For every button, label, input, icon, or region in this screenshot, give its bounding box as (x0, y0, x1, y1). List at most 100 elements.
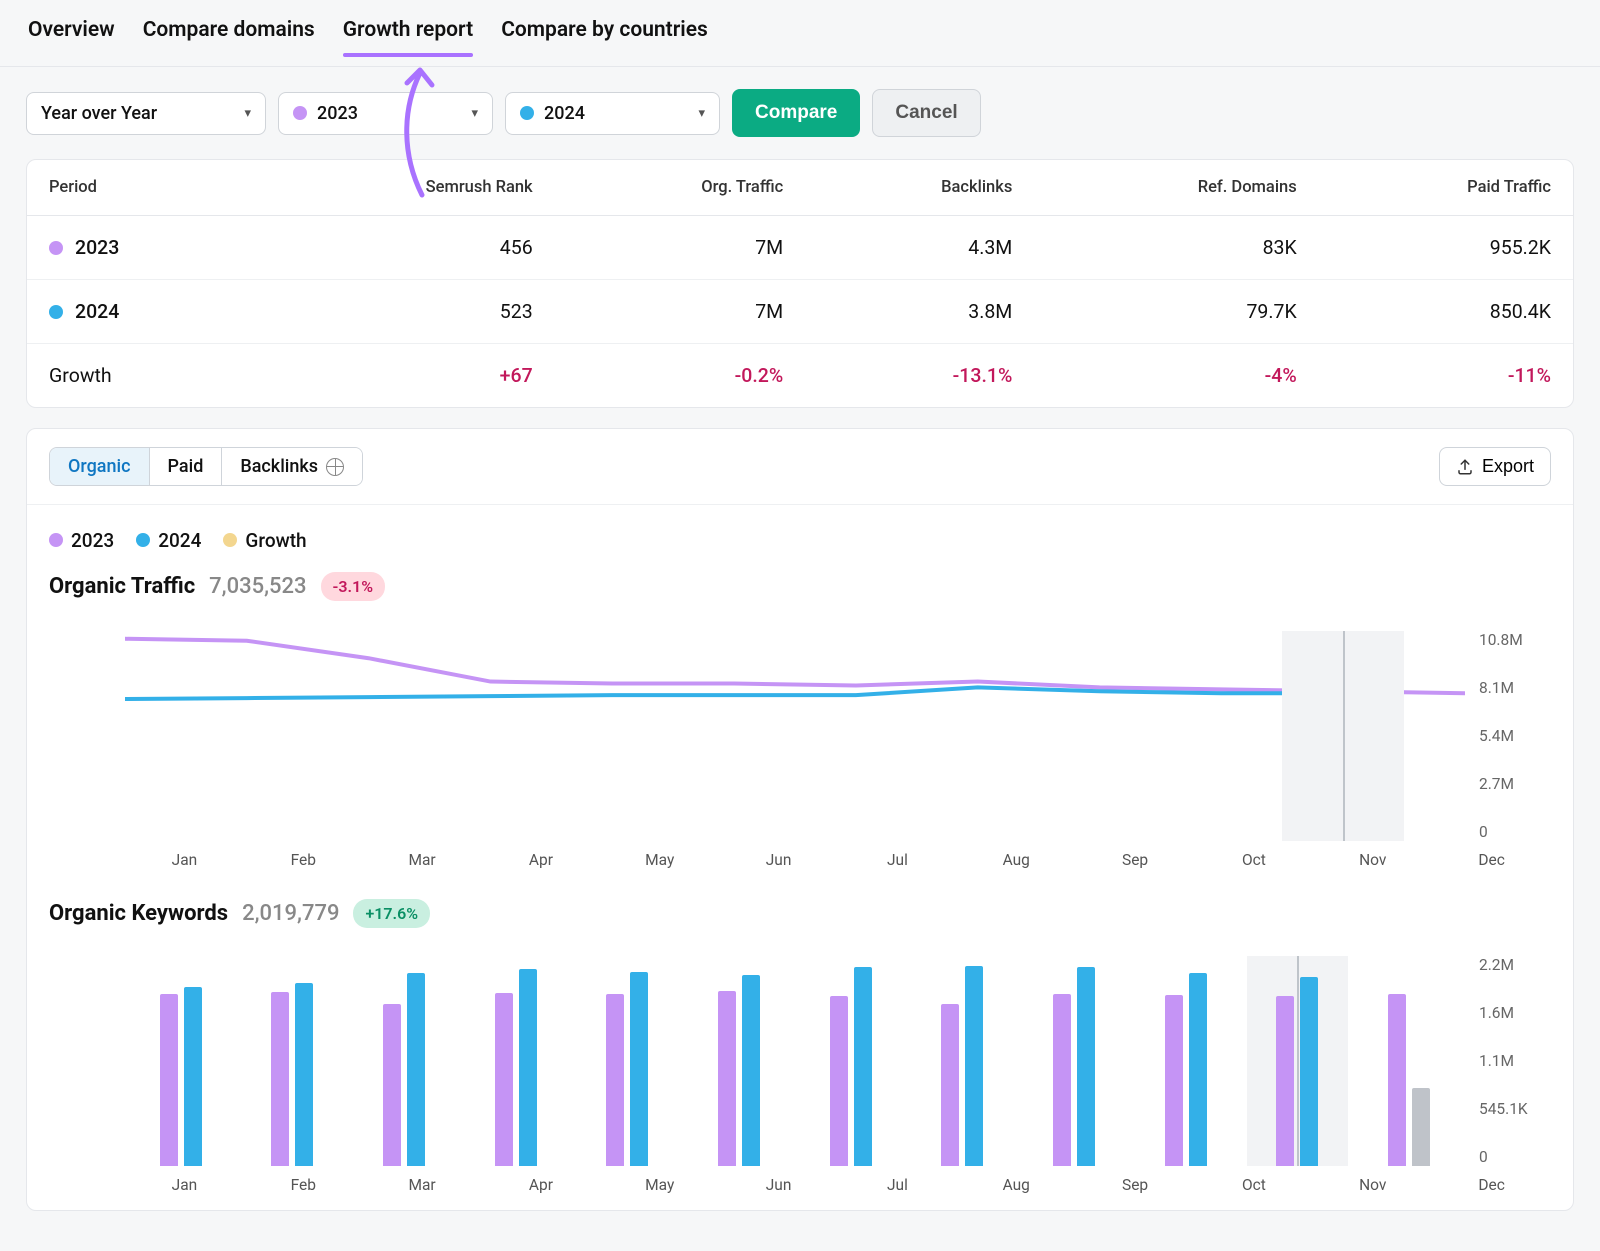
legend-item: 2024 (136, 529, 201, 552)
table-cell: -13.1% (805, 344, 1034, 408)
dot-icon (136, 533, 150, 547)
bar-col (1242, 956, 1354, 1166)
bar-2023 (1388, 994, 1406, 1166)
row-label: 2023 (75, 236, 119, 259)
table-cell: 523 (254, 280, 554, 344)
month-label: Aug (957, 851, 1076, 869)
keywords-yaxis: 2.2M1.6M1.1M545.1K0 (1465, 956, 1551, 1166)
year-a-select[interactable]: 2023 ▾ (278, 92, 493, 135)
table-cell: 7M (555, 280, 806, 344)
dot-icon (520, 106, 534, 120)
bar-2024 (854, 967, 872, 1166)
top-tabs: Overview Compare domains Growth report C… (0, 0, 1600, 67)
bar-col (683, 956, 795, 1166)
month-label: Feb (244, 851, 363, 869)
tab-growth-report[interactable]: Growth report (343, 18, 473, 56)
bar-2024 (295, 983, 313, 1166)
charts-card: Organic Paid Backlinks Export 20232024Gr… (26, 428, 1574, 1211)
growth-badge: +17.6% (353, 899, 430, 928)
bar-2023 (1165, 995, 1183, 1166)
bar-2023 (1276, 996, 1294, 1166)
export-button[interactable]: Export (1439, 447, 1551, 486)
month-label: Jul (838, 1176, 957, 1194)
bar-2024 (407, 973, 425, 1166)
table-row: 20234567M4.3M83K955.2K (27, 216, 1573, 280)
bar-col (907, 956, 1019, 1166)
month-label: Feb (244, 1176, 363, 1194)
chart-title: Organic Keywords (49, 901, 228, 926)
table-header: Backlinks (805, 160, 1034, 216)
table-row-growth: Growth+67-0.2%-13.1%-4%-11% (27, 344, 1573, 408)
bar-2024 (742, 975, 760, 1166)
segment-paid[interactable]: Paid (150, 448, 223, 485)
ytick: 8.1M (1479, 679, 1551, 697)
organic-traffic-section: Organic Traffic 7,035,523 -3.1% 10.8M8.1… (27, 558, 1573, 885)
comparison-table: PeriodSemrush RankOrg. TrafficBacklinksR… (26, 159, 1574, 408)
cancel-button[interactable]: Cancel (872, 89, 980, 137)
month-label: Jan (125, 851, 244, 869)
ytick: 1.6M (1479, 1004, 1551, 1022)
bar-col (237, 956, 349, 1166)
row-label: Growth (27, 344, 254, 408)
ytick: 545.1K (1479, 1100, 1551, 1118)
bar-col (795, 956, 907, 1166)
bar-2024 (1077, 967, 1095, 1166)
table-cell: 7M (555, 216, 806, 280)
ytick: 2.7M (1479, 775, 1551, 793)
dot-icon (49, 305, 63, 319)
chevron-down-icon: ▾ (244, 106, 251, 121)
table-cell: 850.4K (1319, 280, 1573, 344)
growth-badge: -3.1% (321, 572, 386, 601)
month-label: Nov (1313, 851, 1432, 869)
month-label: Sep (1076, 851, 1195, 869)
table-cell: -11% (1319, 344, 1573, 408)
bar-2023 (606, 994, 624, 1166)
table-row: 20245237M3.8M79.7K850.4K (27, 280, 1573, 344)
chart-value: 7,035,523 (209, 574, 306, 599)
ytick: 10.8M (1479, 631, 1551, 649)
year-b-label: 2024 (544, 103, 585, 124)
bar-2023 (271, 992, 289, 1166)
toolbar: Year over Year ▾ 2023 ▾ 2024 ▾ Compare C… (0, 67, 1600, 159)
month-label: Apr (482, 1176, 601, 1194)
view-mode-label: Year over Year (41, 103, 157, 124)
month-label: Jan (125, 1176, 244, 1194)
bar-col (125, 956, 237, 1166)
bar-col (1353, 956, 1465, 1166)
upload-icon (1456, 458, 1474, 476)
month-label: Aug (957, 1176, 1076, 1194)
organic-keywords-section: Organic Keywords 2,019,779 +17.6% 2.2M1.… (27, 885, 1573, 1210)
month-label: May (600, 851, 719, 869)
bar-2023 (718, 991, 736, 1166)
table-header: Period (27, 160, 254, 216)
month-label: Mar (363, 1176, 482, 1194)
compare-button[interactable]: Compare (732, 89, 860, 137)
traffic-xaxis: JanFebMarAprMayJunJulAugSepOctNovDec (49, 841, 1551, 877)
tab-overview[interactable]: Overview (28, 18, 115, 56)
chevron-down-icon: ▾ (698, 106, 705, 121)
dot-icon (293, 106, 307, 120)
bar-2024 (1300, 977, 1318, 1166)
bar-2024 (1412, 1088, 1430, 1166)
bar-col (1018, 956, 1130, 1166)
segment-organic[interactable]: Organic (50, 448, 150, 485)
month-label: Dec (1432, 851, 1551, 869)
dot-icon (49, 241, 63, 255)
table-cell: -0.2% (555, 344, 806, 408)
segment-backlinks[interactable]: Backlinks (222, 448, 362, 485)
keywords-bar-chart (49, 956, 1465, 1166)
bar-2024 (184, 987, 202, 1166)
bar-2023 (160, 994, 178, 1166)
bar-2024 (965, 966, 983, 1166)
legend-item: 2023 (49, 529, 114, 552)
month-label: Apr (482, 851, 601, 869)
bar-col (572, 956, 684, 1166)
year-b-select[interactable]: 2024 ▾ (505, 92, 720, 135)
bar-2024 (519, 969, 537, 1166)
month-label: Oct (1195, 851, 1314, 869)
tab-compare-countries[interactable]: Compare by countries (501, 18, 708, 56)
table-cell: 79.7K (1034, 280, 1318, 344)
view-mode-select[interactable]: Year over Year ▾ (26, 92, 266, 135)
table-cell: 4.3M (805, 216, 1034, 280)
tab-compare-domains[interactable]: Compare domains (143, 18, 315, 56)
